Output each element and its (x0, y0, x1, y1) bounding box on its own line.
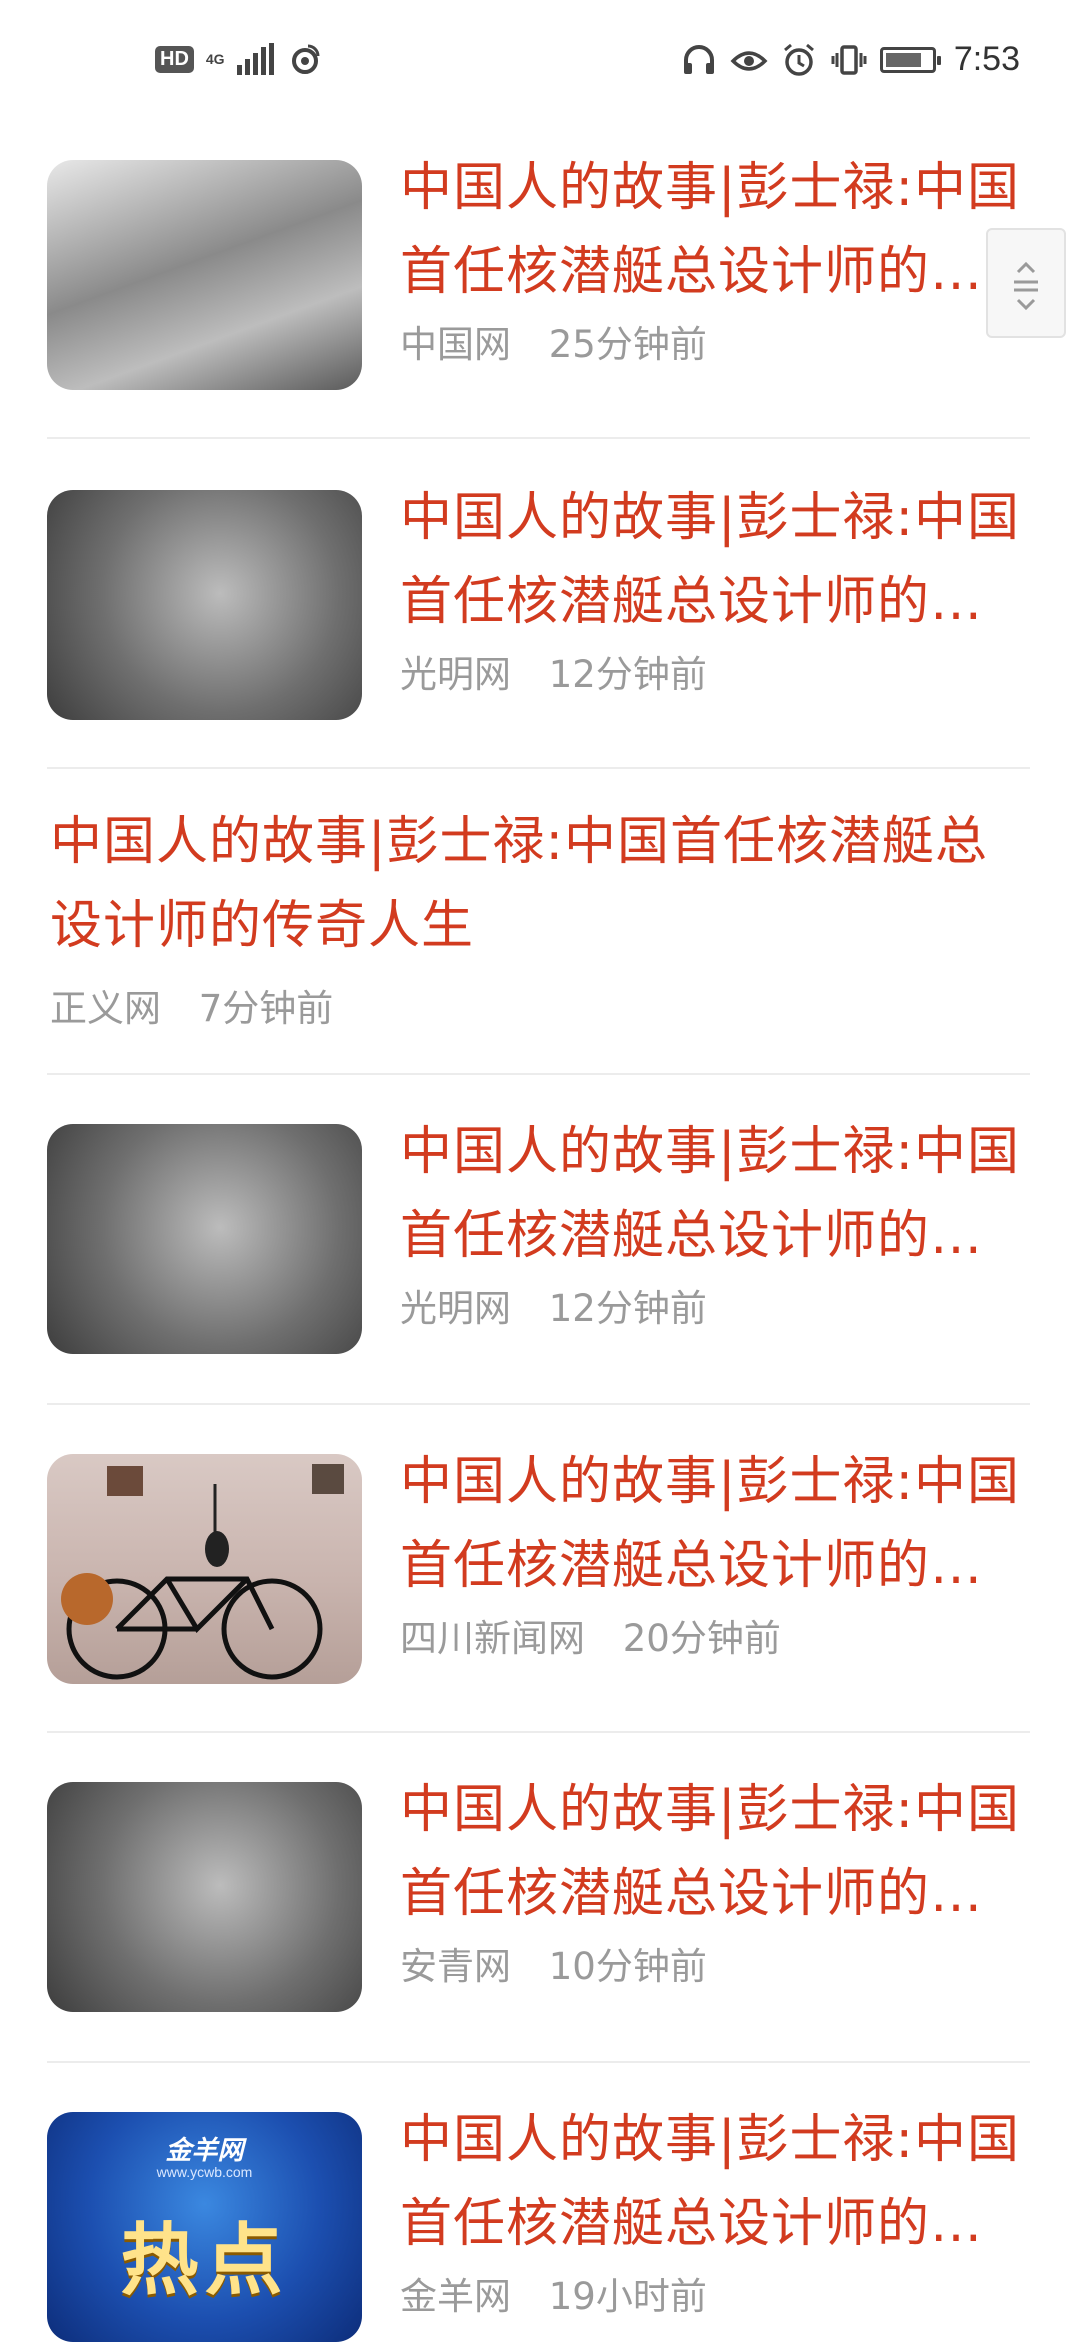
news-time: 12分钟前 (548, 1287, 707, 1330)
signal-icon (236, 43, 274, 75)
thumbnail-image (47, 160, 362, 390)
thumbnail-image (47, 490, 362, 720)
thumbnail-image (47, 1454, 362, 1684)
hd-badge: HD (155, 45, 194, 73)
news-title[interactable]: 中国人的故事|彭士禄:中国首任核潜艇总设计师的传奇人生 (400, 1110, 1030, 1278)
thumbnail-image (47, 1124, 362, 1354)
news-meta: 光明网 12分钟前 (400, 1278, 707, 1332)
news-meta: 光明网 12分钟前 (400, 644, 707, 698)
hot-thumb-label: 热点 (120, 2216, 289, 2306)
clock: 7:53 (953, 40, 1020, 78)
news-source: 安青网 (400, 1945, 511, 1988)
thumbnail-image (47, 1782, 362, 2012)
status-right: 7:53 (680, 40, 1020, 79)
divider (47, 1073, 1030, 1075)
news-source: 正义网 (50, 987, 161, 1030)
news-source: 金羊网 (400, 2275, 511, 2318)
news-title[interactable]: 中国人的故事|彭士禄:中国首任核潜艇总设计师的传奇人生 (400, 146, 1030, 314)
headphones-icon (683, 44, 714, 74)
news-title[interactable]: 中国人的故事|彭士禄:中国首任核潜艇总设计师的传奇人生 (400, 2098, 1030, 2266)
news-source: 光明网 (400, 1287, 511, 1330)
battery-icon (879, 46, 941, 73)
eye-comfort-icon (730, 50, 768, 71)
news-meta: 四川新闻网 20分钟前 (400, 1608, 781, 1662)
news-title[interactable]: 中国人的故事|彭士禄:中国首任核潜艇总设计师的传奇人生 (400, 476, 1030, 644)
news-time: 20分钟前 (622, 1617, 781, 1660)
news-title[interactable]: 中国人的故事|彭士禄:中国首任核潜艇总设计师的传奇人生 (50, 800, 1030, 968)
hot-thumb-brand: 金羊网 (165, 2136, 244, 2166)
divider (47, 1731, 1030, 1733)
news-time: 12分钟前 (548, 653, 707, 696)
vibrate-icon (831, 44, 867, 75)
news-source: 中国网 (400, 323, 511, 366)
news-source: 四川新闻网 (400, 1617, 585, 1660)
news-meta: 金羊网 19小时前 (400, 2266, 707, 2320)
news-meta: 安青网 10分钟前 (400, 1936, 707, 1990)
news-source: 光明网 (400, 653, 511, 696)
news-time: 7分钟前 (198, 987, 334, 1030)
status-bar: HD 4G 7:53 (0, 0, 1080, 120)
divider (47, 2061, 1030, 2063)
news-meta: 中国网 25分钟前 (400, 314, 707, 368)
news-title[interactable]: 中国人的故事|彭士禄:中国首任核潜艇总设计师的传奇人生 (400, 1768, 1030, 1936)
hot-thumb-url: www.ycwb.com (156, 2164, 253, 2180)
news-time: 25分钟前 (548, 323, 707, 366)
news-time: 19小时前 (548, 2275, 707, 2318)
news-title[interactable]: 中国人的故事|彭士禄:中国首任核潜艇总设计师的传奇人生 (400, 1440, 1030, 1608)
divider (47, 767, 1030, 769)
news-meta: 正义网 7分钟前 (50, 978, 333, 1032)
alarm-icon (783, 43, 814, 76)
status-left: HD 4G (155, 40, 324, 78)
thumbnail-image: 金羊网 www.ycwb.com 热点 (47, 2112, 362, 2342)
network-type: 4G (205, 51, 225, 67)
bicycle-icon (61, 1464, 344, 1680)
divider (47, 1403, 1030, 1405)
divider (47, 437, 1030, 439)
weibo-icon (291, 44, 320, 74)
news-time: 10分钟前 (548, 1945, 707, 1988)
